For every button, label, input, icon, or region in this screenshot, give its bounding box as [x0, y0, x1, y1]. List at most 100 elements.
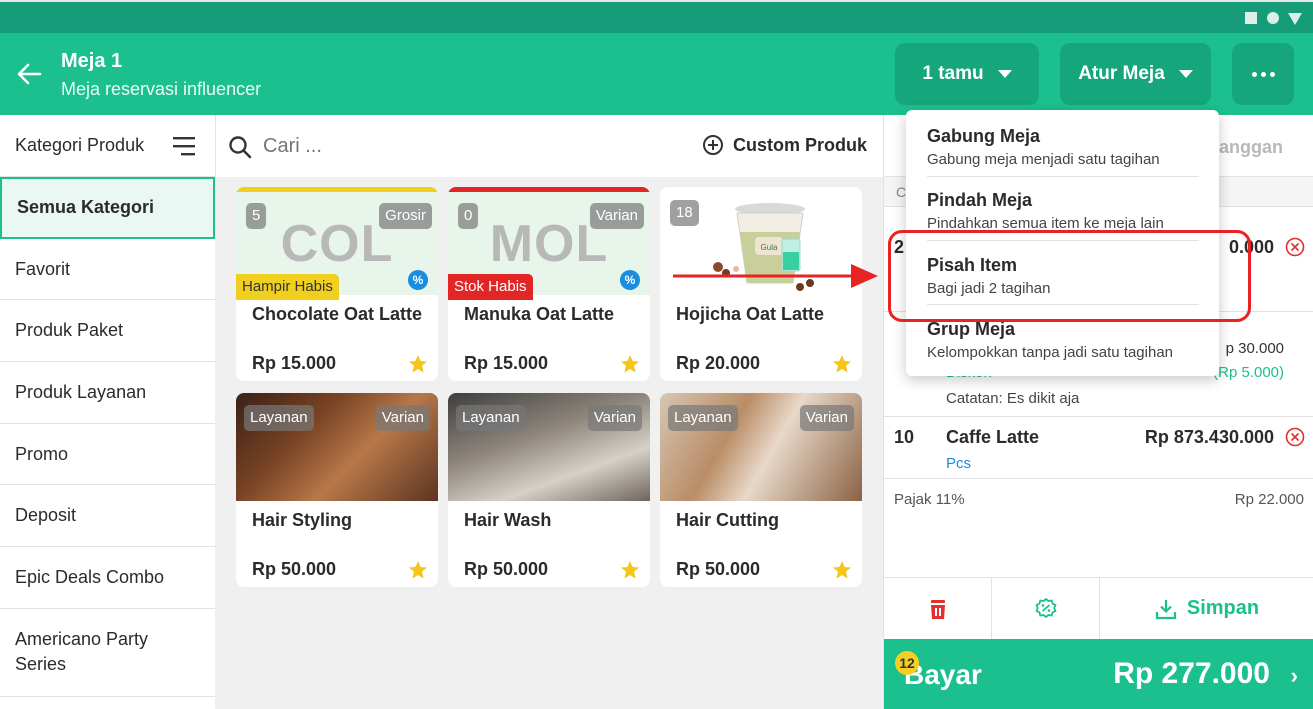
product-image: Layanan Varian [236, 393, 438, 501]
out-of-stock-badge: Stok Habis [448, 274, 533, 300]
product-image: MOL 0 Varian % Stok Habis [448, 187, 650, 300]
menu-list-icon[interactable] [173, 136, 197, 156]
service-badge: Layanan [244, 405, 314, 431]
menu-item-gabung-meja[interactable]: Gabung Meja Gabung meja menjadi satu tag… [927, 126, 1199, 168]
sidebar-item-americano-party-series[interactable]: Americano Party Series [0, 609, 215, 697]
sidebar-item-produk-layanan[interactable]: Produk Layanan [0, 362, 215, 424]
guests-label: 1 tamu [922, 63, 984, 84]
product-card[interactable]: Layanan Varian Hair Wash Rp 50.000 [448, 393, 650, 587]
product-name: Hair Styling [252, 510, 353, 530]
product-card[interactable]: COL 5 Grosir % Hampir Habis Chocolate Oa… [236, 187, 438, 381]
guests-button[interactable]: 1 tamu [895, 43, 1039, 105]
table-settings-button[interactable]: Atur Meja [1060, 43, 1211, 105]
category-header: Kategori Produk [0, 115, 215, 177]
trash-icon [930, 599, 945, 619]
low-stock-badge: Hampir Habis [236, 274, 339, 300]
annotation-highlight [888, 230, 1251, 322]
product-name: Chocolate Oat Latte [252, 304, 423, 324]
table-settings-label: Atur Meja [1078, 63, 1165, 84]
back-nav-icon[interactable] [1288, 13, 1302, 25]
menu-item-title: Grup Meja [927, 319, 1016, 339]
sidebar-item-epic-deals-combo[interactable]: Epic Deals Combo [0, 547, 215, 609]
sidebar-item-deposit[interactable]: Deposit [0, 485, 215, 548]
more-options-button[interactable] [1232, 43, 1294, 105]
remove-item-icon[interactable] [1285, 427, 1305, 447]
cart-row-note: Catatan: Es dikit aja [946, 390, 1080, 407]
product-card[interactable]: MOL 0 Varian % Stok Habis Manuka Oat Lat… [448, 187, 650, 381]
custom-product-label: Custom Produk [732, 134, 867, 155]
save-button[interactable]: Simpan [1100, 578, 1313, 639]
pay-button[interactable]: Bayar 12 Rp 277.000 › [884, 639, 1313, 709]
tax-value: Rp 22.000 [1234, 491, 1304, 508]
product-image: COL 5 Grosir % Hampir Habis [236, 187, 438, 300]
cart-row-discount-value: (Rp 5.000) [1213, 364, 1284, 381]
pay-total: Rp 277.000 [1113, 657, 1270, 690]
cart-row-amount: p 30.000 [1225, 340, 1284, 357]
discount-percent-icon: % [620, 270, 640, 290]
back-arrow-icon[interactable] [14, 59, 44, 89]
chevron-down-icon [1178, 70, 1193, 78]
cart-row-amount: Rp 873.430.000 [1144, 427, 1274, 447]
app-header: Meja 1 Meja reservasi influencer 1 tamu … [0, 33, 1313, 115]
download-icon [1155, 599, 1176, 619]
product-image: Layanan Varian [660, 393, 862, 501]
item-count-badge: 12 [895, 651, 919, 675]
favorite-star-icon[interactable] [620, 560, 640, 580]
category-heading: Kategori Produk [15, 135, 145, 155]
menu-item-pindah-meja[interactable]: Pindah Meja Pindahkan semua item ke meja… [927, 190, 1199, 232]
favorite-star-icon[interactable] [408, 560, 428, 580]
product-image: Layanan Varian [448, 393, 650, 501]
product-card[interactable]: Layanan Varian Hair Cutting Rp 50.000 [660, 393, 862, 587]
cart-actions: Simpan [884, 577, 1313, 639]
tab-customer[interactable]: anggan [1219, 137, 1283, 158]
search-icon [229, 136, 252, 159]
product-name: Manuka Oat Latte [464, 304, 615, 324]
wholesale-badge: Grosir [379, 203, 432, 229]
tax-label: Pajak 11% [894, 491, 965, 508]
product-price: Rp 20.000 [676, 353, 761, 373]
discount-button[interactable] [992, 578, 1100, 639]
page-subtitle: Meja reservasi influencer [61, 79, 262, 99]
custom-product-button[interactable]: Custom Produk [702, 134, 867, 156]
product-card[interactable]: Layanan Varian Hair Styling Rp 50.000 [236, 393, 438, 587]
menu-item-desc: Kelompokkan tanpa jadi satu tagihan [927, 344, 1174, 361]
more-dots-icon [1251, 71, 1275, 77]
variant-badge: Varian [799, 405, 854, 431]
cart-row-qty: 10 [894, 427, 915, 447]
cart-row-name: Caffe Latte [946, 427, 1040, 447]
save-label: Simpan [1186, 597, 1260, 619]
favorite-star-icon[interactable] [620, 354, 640, 374]
discount-badge-icon [1034, 597, 1057, 618]
menu-item-desc: Gabung meja menjadi satu tagihan [927, 151, 1160, 168]
home-icon[interactable] [1267, 12, 1279, 24]
search-bar: Custom Produk [215, 115, 883, 177]
discount-percent-icon: % [408, 270, 428, 290]
stock-count-badge: 5 [246, 203, 267, 229]
product-price: Rp 50.000 [252, 559, 337, 579]
favorite-star-icon[interactable] [832, 354, 852, 374]
stock-count-badge: 0 [458, 203, 479, 229]
favorite-star-icon[interactable] [832, 560, 852, 580]
plus-circle-icon [702, 135, 723, 155]
favorite-star-icon[interactable] [408, 354, 428, 374]
remove-item-icon[interactable] [1285, 237, 1305, 257]
product-name: Hojicha Oat Latte [676, 304, 825, 324]
category-sidebar: Kategori Produk Semua Kategori Favorit P… [0, 115, 215, 709]
sidebar-item-semua-kategori[interactable]: Semua Kategori [0, 177, 215, 239]
sidebar-item-produk-paket[interactable]: Produk Paket [0, 300, 215, 363]
product-price: Rp 15.000 [252, 353, 337, 373]
recent-apps-icon[interactable] [1245, 12, 1257, 24]
sidebar-item-favorit[interactable]: Favorit [0, 239, 215, 301]
menu-divider [927, 176, 1199, 177]
service-badge: Layanan [668, 405, 738, 431]
sidebar-item-promo[interactable]: Promo [0, 424, 215, 486]
service-badge: Layanan [456, 405, 526, 431]
cart-row[interactable]: 10 Caffe Latte Rp 873.430.000 Pcs [884, 417, 1313, 479]
product-name: Hair Wash [464, 510, 552, 530]
chevron-right-icon: › [1290, 663, 1298, 688]
delete-cart-button[interactable] [884, 578, 992, 639]
product-price: Rp 15.000 [464, 353, 549, 373]
cart-row-unit: Pcs [946, 455, 972, 472]
menu-item-grup-meja[interactable]: Grup Meja Kelompokkan tanpa jadi satu ta… [927, 319, 1199, 361]
search-input[interactable] [263, 135, 663, 158]
